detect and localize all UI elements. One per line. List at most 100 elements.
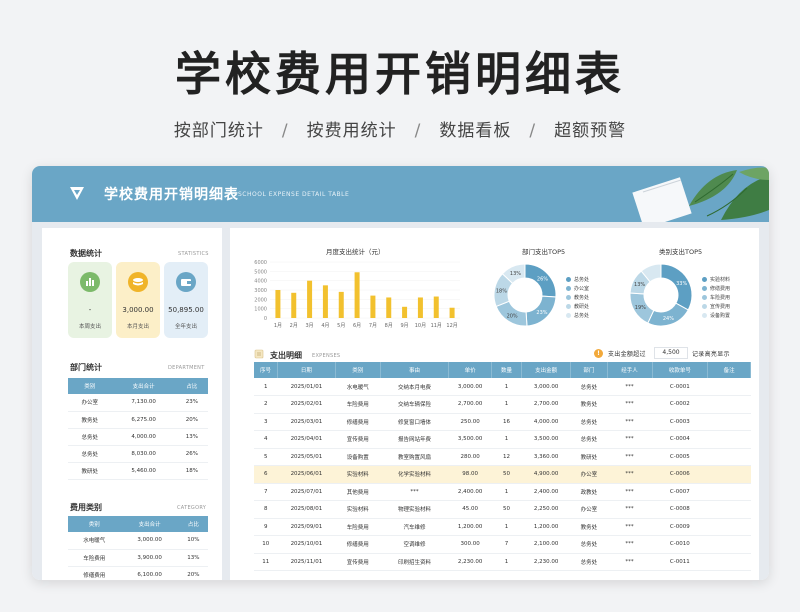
slice-label: 23%	[536, 310, 547, 316]
y-tick-label: 0	[264, 316, 267, 322]
x-tick-label: 5月	[337, 323, 345, 329]
table-cell: 1	[254, 378, 278, 396]
table-cell: 教室购置风扇	[380, 448, 449, 466]
table-cell: 交纳本月电费	[380, 378, 449, 396]
table-cell: 宣传费用	[335, 553, 381, 571]
table-cell: 9	[254, 518, 278, 536]
table-cell: 办公室	[570, 465, 608, 484]
table-cell: 18%	[175, 462, 208, 480]
category-title: 费用类别	[70, 503, 102, 512]
x-tick-label: 9月	[400, 323, 408, 329]
table-row[interactable]: 3 2025/03/01 修缮费用 修复窗口墙体 250.00 16 4,000.00 总务处…	[254, 413, 751, 431]
y-tick-label: 2000	[254, 297, 267, 303]
column-header: 类别	[335, 362, 381, 378]
table-row[interactable]: 8 2025/08/01 实验材料 物理实验材料 45.00 50 2,250.00 办公室 *…	[254, 500, 751, 519]
table-cell: 5,460.00	[111, 462, 176, 480]
department-table: 类别 支出合计 占比 办公室 7,130.00 23% 教务处 6,275.00 20% 总…	[68, 378, 208, 480]
stat-card-month: 3,000.00 本月支出	[116, 262, 160, 338]
legend-item: 办公室	[566, 285, 589, 292]
table-cell: 教研处	[570, 448, 608, 466]
legend-label: 设备购置	[710, 313, 731, 319]
column-header: 占比	[178, 516, 208, 532]
legend-label: 实验材料	[710, 277, 731, 283]
stat-label: 本周支出	[78, 324, 101, 330]
threshold-label: 支出金额超过	[608, 351, 646, 358]
table-cell: 2,100.00	[521, 535, 571, 554]
table-row: 总务处 8,030.00 26%	[68, 445, 208, 463]
table-cell	[707, 465, 751, 484]
table-cell: 总务处	[570, 413, 608, 431]
table-cell: 1,200.00	[521, 518, 571, 536]
dept-top-title: 部门支出TOP5	[522, 248, 566, 256]
legend-swatch	[566, 277, 571, 282]
table-row[interactable]: 10 2025/10/01 修缮费用 空调维修 300.00 7 2,100.00 总务处 **…	[254, 535, 751, 554]
table-cell: 3,000.00	[521, 378, 571, 396]
threshold-input[interactable]: 4,500	[654, 347, 688, 359]
table-cell: 2025/02/01	[277, 395, 336, 414]
table-cell	[707, 448, 751, 466]
table-cell: 10%	[178, 532, 208, 550]
bar	[402, 306, 408, 318]
header-bar: 学校费用开销明细表 SCHOOL EXPENSE DETAIL TABLE	[32, 166, 769, 222]
separator: /	[414, 121, 422, 141]
column-header: 序号	[254, 362, 279, 378]
table-cell: 水电暖气	[335, 378, 381, 396]
table-cell: 车险费用	[335, 518, 381, 536]
table-row[interactable]: 11 2025/11/01 宣传费用 印刷招生资料 2,230.00 1 2,230.00 总…	[254, 553, 751, 571]
table-row[interactable]: 7 2025/07/01 其他费用 *** 2,400.00 1 2,400.00 政教处 **…	[254, 483, 751, 501]
bar	[386, 297, 392, 318]
table-cell: 3,000.00	[448, 378, 492, 396]
table-row[interactable]: 4 2025/04/01 宣传费用 报告网站年费 3,500.00 1 3,500.00 总务…	[254, 430, 751, 449]
dept-donut-chart: 26% 23% 20% 18% 13%	[493, 263, 557, 327]
monthly-chart-title: 月度支出统计（元）	[326, 248, 385, 256]
column-header: 单价	[448, 362, 493, 378]
table-cell: 水电暖气	[68, 532, 121, 550]
table-cell: 修缮费用	[68, 566, 121, 580]
legend-swatch	[566, 304, 571, 309]
table-cell: ***	[607, 395, 652, 414]
table-cell: 1	[491, 483, 522, 501]
table-cell	[707, 553, 751, 571]
table-cell: C-0008	[652, 500, 708, 519]
bar	[307, 280, 313, 318]
table-row[interactable]: 2 2025/02/01 车险费用 交纳车辆保险 2,700.00 1 2,700.00 教务…	[254, 395, 751, 414]
table-cell: 教务处	[68, 411, 112, 429]
table-row: 修缮费用 6,100.00 20%	[68, 566, 208, 580]
legend-swatch	[566, 286, 571, 291]
slice-label: 18%	[496, 289, 507, 295]
column-header: 类别	[68, 378, 112, 394]
table-cell: 6,275.00	[111, 411, 176, 429]
stat-card-year: 50,895.00 全年支出	[164, 262, 208, 338]
table-cell: 1	[491, 553, 522, 571]
table-cell: 12	[491, 448, 522, 466]
table-cell: 2,700.00	[521, 395, 571, 414]
table-cell: 修缮费用	[335, 535, 381, 554]
table-cell: 2025/05/01	[277, 448, 336, 466]
bar	[433, 296, 439, 318]
table-cell: 修缮费用	[335, 413, 381, 431]
table-row[interactable]: 6 2025/06/01 实验材料 化学实验材料 98.00 50 4,900.00 办公室 *…	[254, 465, 751, 484]
table-cell: 2025/07/01	[277, 483, 336, 501]
slice-label: 13%	[510, 271, 521, 277]
table-cell: 2025/01/01	[277, 378, 336, 396]
table-cell: C-0002	[652, 395, 708, 414]
bar	[370, 295, 376, 318]
feature-list: 按部门统计 / 按费用统计 / 数据看板 / 超额预警	[0, 116, 800, 141]
x-tick-label: 10月	[415, 323, 426, 329]
table-cell: C-0009	[652, 518, 708, 536]
table-cell: 6,100.00	[120, 566, 179, 580]
table-row[interactable]: 9 2025/09/01 车险费用 汽车维修 1,200.00 1 1,200.00 教务处 *…	[254, 518, 751, 536]
table-cell	[707, 395, 751, 414]
legend-label: 教务处	[574, 295, 590, 301]
stat-value: 50,895.00	[168, 306, 204, 314]
table-cell: ***	[607, 553, 652, 571]
table-row[interactable]: 1 2025/01/01 水电暖气 交纳本月电费 3,000.00 1 3,000.00 总务…	[254, 378, 751, 396]
table-row[interactable]: 5 2025/05/01 设备购置 教室购置风扇 280.00 12 3,360.00 教研处…	[254, 448, 751, 466]
table-cell: 2,230.00	[448, 553, 492, 571]
expenses-title-en: EXPENSES	[312, 353, 341, 359]
table-cell: 2025/09/01	[277, 518, 336, 536]
stat-value: 3,000.00	[122, 306, 154, 314]
table-cell: 物理实验材料	[380, 500, 449, 519]
table-cell: 300.00	[448, 535, 492, 554]
column-header: 经手人	[607, 362, 653, 378]
